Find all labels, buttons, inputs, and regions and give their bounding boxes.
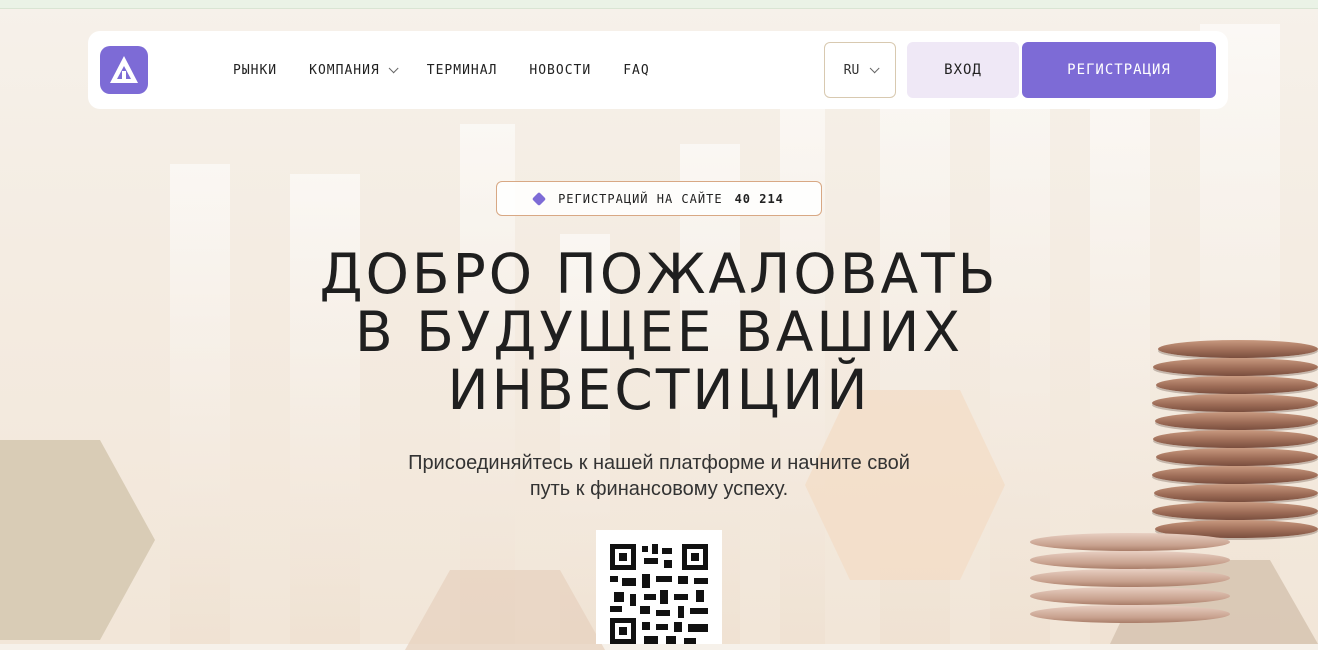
hero-subtitle: Присоединяйтесь к нашей платформе и начн… bbox=[0, 450, 1318, 502]
login-button[interactable]: ВХОД bbox=[907, 42, 1019, 98]
menu-item-label: НОВОСТИ bbox=[529, 62, 592, 78]
menu-item-company[interactable]: КОМПАНИЯ bbox=[309, 62, 399, 78]
badge-text: РЕГИСТРАЦИЙ НА САЙТЕ bbox=[558, 191, 723, 206]
coin-stack-image-2 bbox=[1030, 525, 1230, 644]
diamond-icon bbox=[531, 191, 547, 206]
hero-title-line: ДОБРО ПОЖАЛОВАТЬ bbox=[319, 242, 999, 306]
hero-subtitle-line: путь к финансовому успеху. bbox=[529, 478, 789, 500]
menu-item-markets[interactable]: РЫНКИ bbox=[233, 63, 277, 78]
register-button[interactable]: РЕГИСТРАЦИЯ bbox=[1022, 42, 1216, 98]
registrations-count: 40 214 bbox=[734, 191, 784, 206]
language-selector[interactable]: RU bbox=[824, 42, 896, 98]
menu-item-label: РЫНКИ bbox=[233, 62, 278, 78]
logo-icon[interactable] bbox=[100, 46, 148, 94]
menu-item-faq[interactable]: FAQ bbox=[623, 63, 649, 78]
menu-item-news[interactable]: НОВОСТИ bbox=[529, 63, 591, 78]
hero-title: ДОБРО ПОЖАЛОВАТЬ В БУДУЩЕЕ ВАШИХ ИНВЕСТИ… bbox=[0, 245, 1318, 419]
language-label: RU bbox=[843, 62, 860, 78]
chevron-down-icon bbox=[388, 62, 399, 73]
hero-subtitle-line: Присоединяйтесь к нашей платформе и начн… bbox=[408, 452, 910, 474]
menu-item-label: FAQ bbox=[623, 62, 650, 78]
top-navigation: РЫНКИ КОМПАНИЯ ТЕРМИНАЛ НОВОСТИ FAQ RU В… bbox=[88, 31, 1228, 109]
registrations-badge: РЕГИСТРАЦИЙ НА САЙТЕ 40 214 bbox=[496, 181, 822, 216]
main-menu: РЫНКИ КОМПАНИЯ ТЕРМИНАЛ НОВОСТИ FAQ bbox=[233, 31, 650, 109]
menu-item-terminal[interactable]: ТЕРМИНАЛ bbox=[427, 63, 498, 78]
hero-title-line: ИНВЕСТИЦИЙ bbox=[447, 358, 871, 422]
hero-title-line: В БУДУЩЕЕ ВАШИХ bbox=[354, 300, 964, 364]
browser-top-strip bbox=[0, 0, 1318, 9]
qr-code-icon bbox=[610, 544, 708, 644]
menu-item-label: ТЕРМИНАЛ bbox=[426, 62, 498, 78]
chevron-down-icon bbox=[869, 62, 880, 73]
menu-item-label: КОМПАНИЯ bbox=[309, 62, 380, 78]
qr-code[interactable] bbox=[596, 530, 722, 644]
